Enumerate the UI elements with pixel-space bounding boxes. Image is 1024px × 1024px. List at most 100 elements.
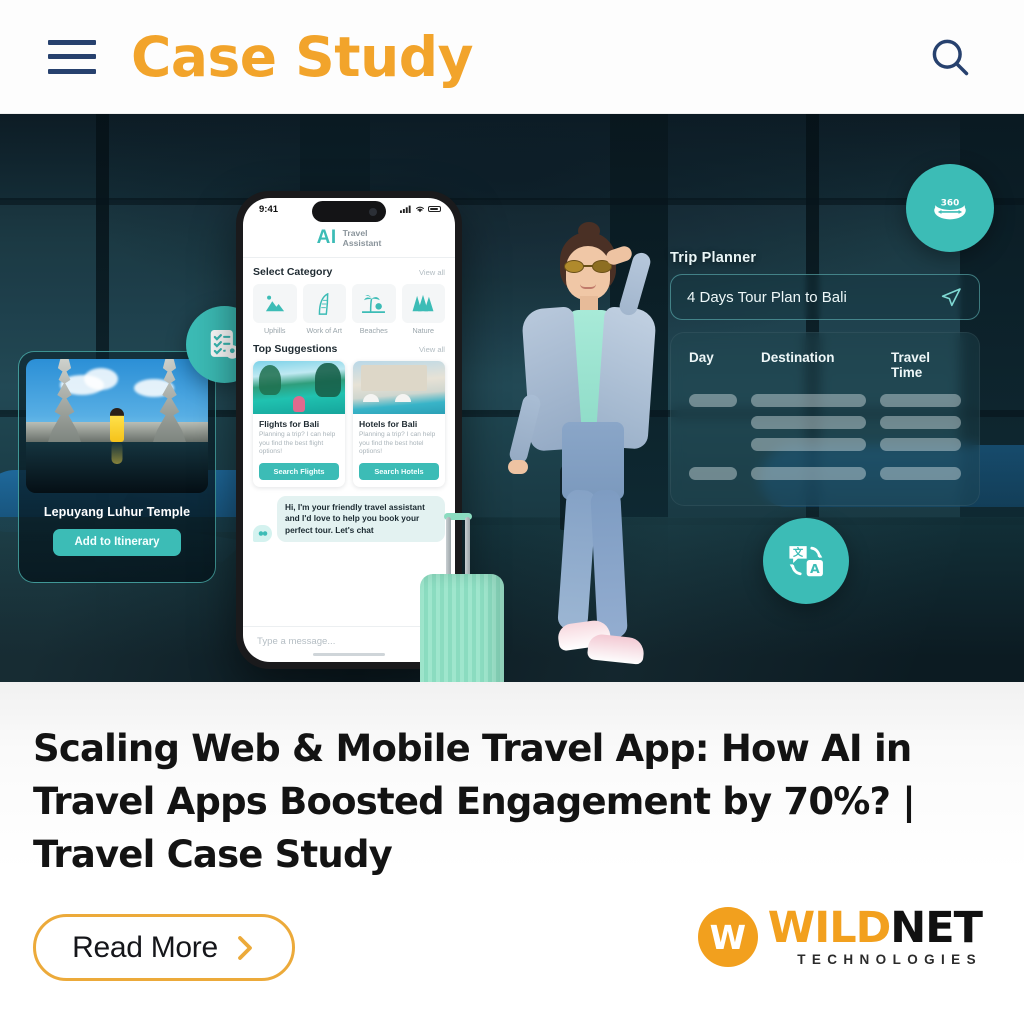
card-content: Scaling Web & Mobile Travel App: How AI …: [0, 682, 1024, 1024]
skeleton-cell: [689, 416, 737, 429]
page-header: Case Study: [0, 0, 1024, 114]
category-label: Work of Art: [306, 326, 342, 335]
table-row: [689, 467, 962, 480]
skeleton-cell: [879, 467, 962, 480]
skeleton-cell: [879, 438, 962, 451]
suggestion-title: Flights for Bali: [259, 419, 320, 429]
hamburger-line: [48, 68, 96, 74]
trip-planner-search-input[interactable]: 4 Days Tour Plan to Bali: [670, 274, 980, 320]
article-headline: Scaling Web & Mobile Travel App: How AI …: [33, 727, 916, 876]
category-label: Nature: [412, 326, 435, 335]
face: [566, 246, 610, 300]
read-more-button[interactable]: Read More: [33, 914, 295, 981]
suggestion-card-hotels[interactable]: Hotels for Bali Planning a trip? I can h…: [353, 361, 445, 487]
hamburger-line: [48, 39, 96, 45]
view-all-link[interactable]: View all: [419, 345, 445, 354]
view-all-link[interactable]: View all: [419, 268, 445, 277]
temple-photo: [26, 359, 208, 493]
case-study-card: Case Study Lepuyang Luhur Temple Add to …: [0, 0, 1024, 1024]
hand: [508, 460, 528, 474]
search-icon[interactable]: [924, 31, 976, 83]
360-view-icon: 360: [934, 195, 966, 220]
skeleton-cell: [689, 394, 738, 407]
sneaker-right: [586, 633, 646, 665]
skeleton-cell: [879, 416, 962, 429]
person-in-yellow-dress: [110, 408, 124, 443]
app-name-line1: Travel: [342, 228, 368, 238]
send-paper-plane-icon[interactable]: [939, 285, 963, 309]
category-item-uphills[interactable]: Uphills: [253, 284, 297, 335]
read-more-label: Read More: [72, 930, 218, 964]
logo-word-primary: WILD: [767, 903, 892, 953]
logo-tagline: TECHNOLOGIES: [797, 952, 982, 967]
chat-message-row: Hi, I'm your friendly travel assistant a…: [253, 495, 445, 543]
skeleton-cell: [689, 438, 737, 451]
status-time: 9:41: [259, 203, 279, 215]
column-header-travel-time: Travel Time: [891, 350, 931, 380]
suitcase-body: [420, 574, 504, 682]
search-flights-button[interactable]: Search Flights: [259, 462, 339, 480]
search-hotels-button[interactable]: Search Hotels: [359, 462, 439, 480]
suggestion-description: Planning a trip? I can help you find the…: [259, 431, 336, 456]
message-input-placeholder[interactable]: Type a message...: [257, 636, 441, 647]
category-item-beaches[interactable]: Beaches: [352, 284, 396, 335]
table-row: [689, 394, 962, 407]
sunglasses-icon: [564, 260, 612, 273]
home-indicator: [313, 652, 385, 656]
three-sixty-view-badge[interactable]: 360: [906, 164, 994, 252]
app-header: AI Travel Assistant: [243, 220, 455, 258]
svg-text:360: 360: [941, 199, 960, 209]
skeleton-cell: [751, 394, 866, 407]
phone-status-bar: 9:41: [243, 198, 455, 222]
wifi-icon: [416, 206, 424, 213]
suggestion-card-flights[interactable]: Flights for Bali Planning a trip? I can …: [253, 361, 345, 487]
column-header-day: Day: [689, 350, 714, 365]
dynamic-island: [312, 201, 386, 222]
suggestion-list: Flights for Bali Planning a trip? I can …: [253, 361, 445, 487]
jeans-hip: [562, 422, 624, 500]
temple-gate-right: [153, 359, 186, 443]
jeans-leg-right: [590, 489, 628, 639]
mouth: [580, 284, 596, 289]
temple-gate-left: [48, 359, 81, 443]
app-name-line2: Assistant: [342, 238, 382, 248]
skeleton-cell: [689, 467, 738, 480]
water-reflection: [111, 442, 123, 465]
column-header-destination: Destination: [761, 350, 835, 365]
category-list: Uphills Work of Art Beaches Nature: [253, 284, 445, 335]
front-camera: [369, 207, 377, 216]
skeleton-cell: [879, 394, 962, 407]
translate-icon: 文 A: [789, 546, 823, 577]
chat-bubble-icon: [253, 525, 272, 543]
logo-badge-icon: W: [697, 907, 758, 967]
hamburger-line: [48, 54, 96, 59]
top-suggestions-header: Top Suggestions View all: [253, 335, 445, 361]
logo-word-secondary: NET: [890, 903, 983, 953]
hamburger-menu-icon[interactable]: [48, 39, 96, 74]
company-logo: W WILDNET TECHNOLOGIES: [697, 907, 983, 967]
forest-trees-icon: [412, 294, 434, 311]
category-item-work-of-art[interactable]: Work of Art: [302, 284, 346, 335]
trip-planner-label: Trip Planner: [670, 250, 757, 266]
suggestion-description: Planning a trip? I can help you find the…: [359, 431, 436, 456]
destination-name: Lepuyang Luhur Temple: [43, 505, 191, 519]
chevron-right-icon: [237, 935, 252, 960]
table-row: [689, 416, 962, 429]
category-item-nature[interactable]: Nature: [401, 284, 445, 335]
skeleton-cell: [751, 416, 866, 429]
svg-text:文: 文: [792, 546, 804, 559]
mountain-icon: [265, 295, 284, 311]
cloud: [84, 368, 118, 390]
category-label: Uphills: [263, 326, 286, 335]
signal-icon: [400, 205, 411, 213]
table-header-row: Day Destination Travel Time: [689, 350, 961, 380]
translate-badge[interactable]: 文 A: [763, 518, 849, 604]
section-title: Select Category: [253, 266, 333, 278]
destination-card[interactable]: Lepuyang Luhur Temple Add to Itinerary: [18, 351, 216, 583]
add-to-itinerary-button[interactable]: Add to Itinerary: [53, 529, 181, 556]
hero-image: Lepuyang Luhur Temple Add to Itinerary 3…: [0, 114, 1024, 682]
app-logo-mark: AI: [316, 227, 337, 248]
skeleton-cell: [751, 438, 866, 451]
logo-badge-letter: W: [709, 917, 746, 957]
section-title: Top Suggestions: [253, 343, 338, 355]
